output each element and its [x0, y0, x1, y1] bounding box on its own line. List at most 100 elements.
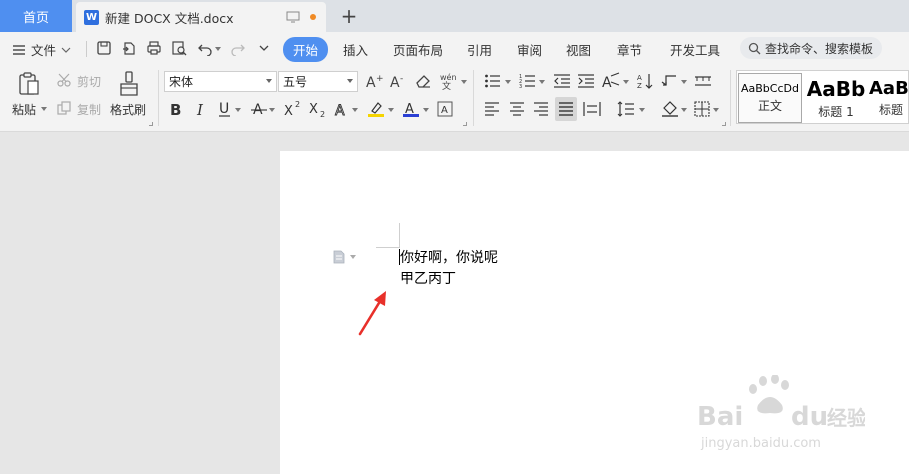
- undo-icon[interactable]: [197, 40, 213, 56]
- margin-corner-mark: [399, 223, 400, 247]
- redo-icon[interactable]: [230, 40, 246, 56]
- svg-text:wén: wén: [440, 72, 457, 82]
- font-group-expander[interactable]: [463, 122, 467, 126]
- shrink-font-icon[interactable]: A -: [389, 73, 407, 89]
- customize-toolbar-icon[interactable]: [256, 40, 272, 56]
- shading-icon[interactable]: [661, 101, 679, 117]
- copy-label[interactable]: 复制: [77, 101, 101, 118]
- paragraph-group-expander[interactable]: [722, 122, 726, 126]
- document-line[interactable]: 你好啊，你说呢: [400, 247, 498, 267]
- style-name: 标题 1: [818, 104, 854, 119]
- divider: [158, 70, 159, 126]
- highlight-dropdown-icon[interactable]: [388, 108, 394, 112]
- chinese-layout-icon[interactable]: A: [601, 72, 621, 90]
- cut-label[interactable]: 剪切: [77, 73, 101, 90]
- document-line[interactable]: 甲乙丙丁: [400, 268, 456, 288]
- format-painter-button[interactable]: [116, 70, 142, 98]
- grow-font-icon[interactable]: A +: [365, 73, 383, 89]
- paragraph-mark-dropdown-icon[interactable]: [681, 80, 687, 84]
- subscript-icon[interactable]: X 2: [309, 100, 327, 118]
- paste-button[interactable]: [14, 70, 44, 98]
- tab-home[interactable]: 首页: [0, 0, 72, 32]
- strikethrough-icon[interactable]: A: [251, 100, 267, 118]
- paragraph-handle[interactable]: [333, 250, 356, 264]
- style-heading[interactable]: AaB 标题: [869, 73, 908, 123]
- font-name-select[interactable]: 宋体: [164, 71, 277, 92]
- bold-icon[interactable]: B: [168, 100, 184, 118]
- copy-icon[interactable]: [57, 101, 71, 115]
- chinese-layout-dropdown-icon[interactable]: [623, 80, 629, 84]
- annotation-arrow-icon: [358, 291, 386, 336]
- paste-label[interactable]: 粘贴: [12, 101, 36, 118]
- svg-text:A: A: [602, 75, 612, 90]
- tab-page-layout[interactable]: 页面布局: [393, 40, 443, 59]
- decrease-indent-icon[interactable]: [553, 73, 571, 89]
- line-spacing-icon[interactable]: [617, 101, 635, 117]
- format-painter-label[interactable]: 格式刷: [110, 101, 146, 118]
- tab-insert[interactable]: 插入: [343, 40, 368, 59]
- borders-dropdown-icon[interactable]: [713, 108, 719, 112]
- character-border-icon[interactable]: A: [437, 100, 453, 118]
- undo-dropdown-icon[interactable]: [215, 47, 221, 51]
- line-spacing-dropdown-icon[interactable]: [639, 108, 645, 112]
- paragraph-mark-icon[interactable]: [660, 73, 678, 89]
- underline-dropdown-icon[interactable]: [235, 108, 241, 112]
- numbered-list-icon[interactable]: 1 2 3: [519, 73, 537, 89]
- bullet-list-icon[interactable]: [484, 73, 502, 89]
- numbering-dropdown-icon[interactable]: [539, 80, 545, 84]
- phonetic-guide-icon[interactable]: wén 文: [439, 72, 463, 90]
- bullet-dropdown-icon[interactable]: [505, 80, 511, 84]
- tab-references[interactable]: 引用: [467, 40, 492, 59]
- paste-dropdown-icon[interactable]: [41, 107, 47, 111]
- export-icon[interactable]: [121, 40, 137, 56]
- superscript-icon[interactable]: X 2: [284, 100, 302, 118]
- tab-document[interactable]: W 新建 DOCX 文档.docx: [76, 2, 326, 32]
- tab-developer[interactable]: 开发工具: [670, 40, 720, 59]
- margin-corner-mark: [376, 247, 400, 248]
- tab-review[interactable]: 审阅: [517, 40, 542, 59]
- font-size-select[interactable]: 五号: [278, 71, 358, 92]
- phonetic-dropdown-icon[interactable]: [461, 80, 467, 84]
- italic-icon[interactable]: I: [193, 100, 209, 118]
- file-menu[interactable]: 文件: [12, 40, 71, 59]
- print-icon[interactable]: [146, 40, 162, 56]
- shading-dropdown-icon[interactable]: [681, 108, 687, 112]
- underline-icon[interactable]: U: [217, 100, 233, 118]
- svg-text:A: A: [335, 103, 345, 118]
- tab-ruler-icon[interactable]: [694, 73, 712, 89]
- sort-icon[interactable]: A Z: [636, 72, 654, 90]
- align-left-icon[interactable]: [484, 101, 500, 117]
- command-search-box[interactable]: 查找命令、搜索模板: [740, 37, 882, 59]
- distributed-align-icon[interactable]: [583, 101, 601, 117]
- new-tab-button[interactable]: +: [338, 4, 360, 28]
- svg-text:X: X: [284, 104, 293, 118]
- align-right-icon[interactable]: [533, 101, 549, 117]
- tab-view[interactable]: 视图: [566, 40, 591, 59]
- highlight-icon[interactable]: [367, 100, 385, 118]
- font-color-icon[interactable]: A: [402, 100, 420, 118]
- borders-icon[interactable]: [694, 101, 710, 117]
- style-name: 正文: [757, 99, 782, 113]
- tab-bar: 首页 W 新建 DOCX 文档.docx +: [0, 0, 909, 32]
- text-effect-icon[interactable]: A: [334, 100, 350, 118]
- font-color-dropdown-icon[interactable]: [423, 108, 429, 112]
- chevron-down-icon: [61, 47, 71, 53]
- style-normal[interactable]: AaBbCcDd 正文: [738, 73, 802, 123]
- style-heading-1[interactable]: AaBb 标题 1: [804, 73, 868, 123]
- tab-start[interactable]: 开始: [283, 37, 329, 62]
- styles-gallery: AaBbCcDd 正文 AaBb 标题 1 AaB 标题: [736, 70, 909, 124]
- hamburger-icon: [13, 44, 25, 55]
- clipboard-group-expander[interactable]: [149, 122, 153, 126]
- text-effect-dropdown-icon[interactable]: [352, 108, 358, 112]
- print-preview-icon[interactable]: [171, 40, 187, 56]
- increase-indent-icon[interactable]: [577, 73, 595, 89]
- screen-icon[interactable]: [286, 11, 300, 23]
- eraser-icon[interactable]: [414, 73, 432, 89]
- justify-button-active[interactable]: [555, 97, 577, 121]
- search-icon: [748, 42, 761, 54]
- save-icon[interactable]: [96, 40, 112, 56]
- align-center-icon[interactable]: [509, 101, 525, 117]
- tab-section[interactable]: 章节: [617, 40, 642, 59]
- strikethrough-dropdown-icon[interactable]: [269, 108, 275, 112]
- scissors-icon[interactable]: [57, 73, 71, 87]
